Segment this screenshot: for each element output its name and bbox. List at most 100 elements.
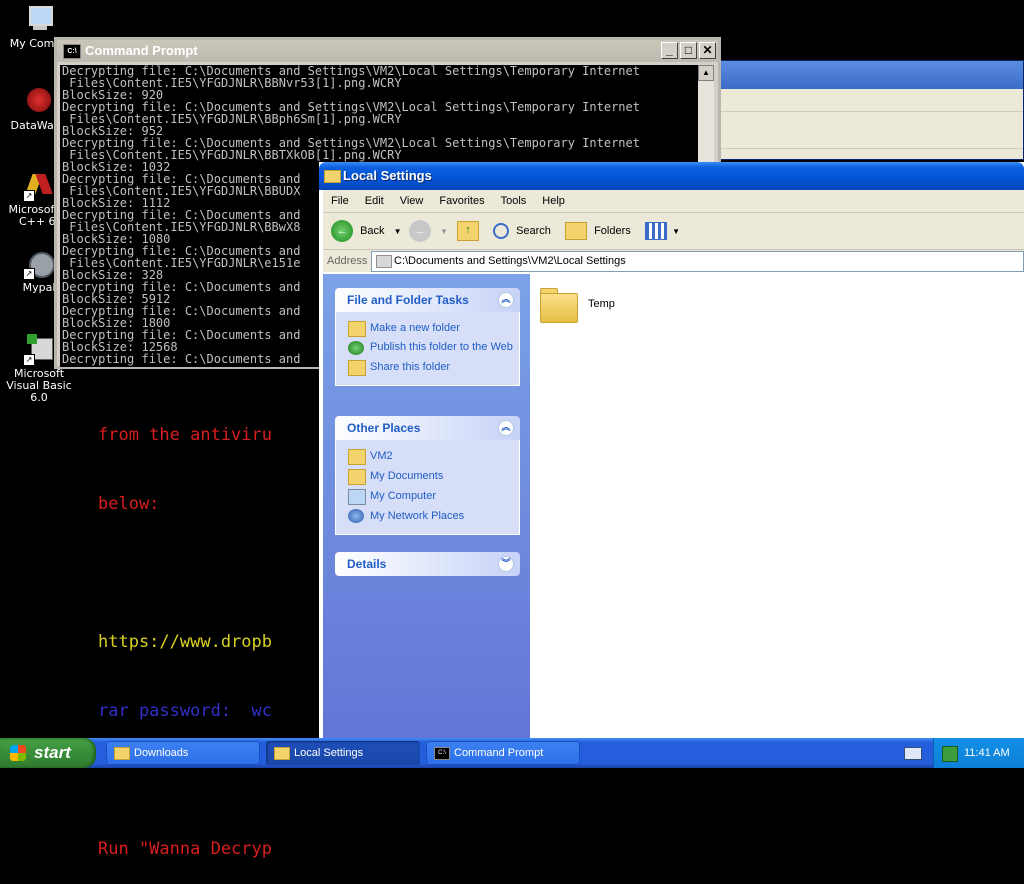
chevron-down-icon[interactable]: ▼: [394, 227, 402, 236]
toolbar: ← Back ▼ → ▼ ↑ Search Folders ▼: [323, 213, 1024, 250]
menu-edit[interactable]: Edit: [357, 195, 392, 207]
visual-basic-icon: ↗: [23, 334, 55, 366]
menu-bar: File Edit View Favorites Tools Help: [323, 190, 1024, 213]
folder-icon: [324, 170, 341, 183]
other-place-vm2[interactable]: VM2: [348, 446, 515, 466]
background-window-titlebar[interactable]: [721, 61, 1023, 89]
task-label: Publish this folder to the Web: [370, 341, 513, 353]
folder-icon: [114, 747, 130, 760]
command-prompt-title: Command Prompt: [85, 43, 198, 58]
file-folder-tasks-header[interactable]: File and Folder Tasks ︽: [335, 288, 520, 312]
details-header[interactable]: Details ︾: [335, 552, 520, 576]
minimize-button[interactable]: _: [661, 42, 678, 59]
make-new-folder-link[interactable]: Make a new folder: [348, 318, 515, 338]
ransom-line: Run "Wanna Decryp: [98, 839, 272, 859]
menu-help[interactable]: Help: [534, 195, 573, 207]
chevron-down-icon[interactable]: ︾: [498, 556, 514, 572]
chevron-up-icon[interactable]: ︽: [498, 292, 514, 308]
task-label: Share this folder: [370, 361, 451, 373]
place-label: My Computer: [370, 490, 437, 502]
file-item-temp[interactable]: Temp: [540, 288, 640, 328]
publish-web-icon: [348, 341, 364, 355]
task-label: Make a new folder: [370, 322, 460, 334]
publish-folder-link[interactable]: Publish this folder to the Web: [348, 338, 515, 357]
address-input[interactable]: C:\Documents and Settings\VM2\Local Sett…: [371, 251, 1024, 272]
share-folder-link[interactable]: Share this folder: [348, 357, 515, 377]
place-label: My Documents: [370, 470, 444, 482]
up-folder-button[interactable]: ↑: [457, 219, 479, 243]
forward-arrow-icon: →: [409, 220, 431, 243]
folder-icon: [274, 747, 290, 760]
keyboard-icon[interactable]: [904, 747, 922, 760]
folder-icon: [376, 255, 392, 268]
ransom-line: [98, 562, 272, 585]
clock[interactable]: 11:41 AM: [964, 738, 1010, 768]
network-tray-icon[interactable]: [942, 746, 958, 762]
explorer-window[interactable]: Local Settings File Edit View Favorites Tool…: [319, 162, 1024, 740]
chevron-down-icon[interactable]: ▼: [440, 227, 448, 236]
other-place-my-documents[interactable]: My Documents: [348, 466, 515, 486]
chevron-down-icon[interactable]: ▼: [672, 227, 680, 236]
taskbar-item-downloads[interactable]: Downloads: [106, 741, 260, 765]
taskbar-item-local-settings[interactable]: Local Settings: [266, 741, 420, 765]
panel-title: Details: [347, 557, 387, 571]
folder-icon: [540, 288, 578, 323]
computer-icon: [348, 489, 366, 505]
file-view[interactable]: Temp: [530, 274, 1024, 740]
my-documents-icon: [348, 469, 366, 485]
computer-icon: [23, 4, 55, 36]
file-name: Temp: [588, 298, 615, 310]
other-places-header[interactable]: Other Places ︽: [335, 416, 520, 440]
menu-tools[interactable]: Tools: [493, 195, 535, 207]
maximize-button[interactable]: □: [680, 42, 697, 59]
back-label: Back: [360, 225, 385, 237]
share-folder-icon: [348, 360, 366, 376]
address-label: Address: [327, 255, 368, 267]
details-panel: Details ︾: [335, 552, 520, 576]
explorer-titlebar[interactable]: Local Settings: [319, 162, 1024, 190]
taskbar-item-label: Command Prompt: [454, 747, 544, 759]
explorer-title: Local Settings: [343, 168, 432, 183]
file-folder-tasks-panel: File and Folder Tasks ︽ Make a new folde…: [335, 288, 520, 386]
other-places-panel: Other Places ︽ VM2 My Documents My Compu…: [335, 416, 520, 535]
ransom-password-line: rar password: wc: [98, 701, 272, 721]
menu-view[interactable]: View: [392, 195, 432, 207]
folders-button[interactable]: Folders: [565, 219, 631, 243]
mypal-icon: ↗: [23, 248, 55, 280]
scroll-up-arrow-icon[interactable]: ▲: [698, 65, 714, 81]
other-place-my-computer[interactable]: My Computer: [348, 486, 515, 506]
search-button[interactable]: Search: [493, 219, 551, 243]
panel-title: File and Folder Tasks: [347, 293, 469, 307]
taskbar-item-command-prompt[interactable]: C:\ Command Prompt: [426, 741, 580, 765]
background-window[interactable]: [720, 60, 1024, 160]
windows-logo-icon: [10, 745, 26, 761]
chevron-up-icon[interactable]: ︽: [498, 420, 514, 436]
other-place-my-network-places[interactable]: My Network Places: [348, 506, 515, 526]
network-places-icon: [348, 509, 364, 523]
menu-favorites[interactable]: Favorites: [431, 195, 492, 207]
views-button[interactable]: ▼: [645, 219, 680, 243]
start-button[interactable]: start: [0, 738, 96, 768]
close-button[interactable]: ✕: [699, 42, 716, 59]
place-label: VM2: [370, 450, 393, 462]
taskbar-item-label: Local Settings: [294, 747, 364, 759]
start-label: start: [34, 743, 71, 762]
folders-icon: [565, 222, 587, 241]
panel-title: Other Places: [347, 421, 421, 435]
ransom-link-line: https://www.dropb: [98, 632, 272, 652]
visual-cpp-icon: ↗: [23, 170, 55, 202]
menu-file[interactable]: File: [323, 195, 357, 207]
forward-button[interactable]: → ▼: [409, 219, 448, 243]
back-button[interactable]: ← Back ▼: [331, 219, 402, 243]
search-icon: [493, 223, 509, 240]
folder-icon: [348, 449, 366, 465]
cmd-icon: C:\: [434, 747, 450, 760]
ransom-line: below:: [98, 494, 160, 514]
ransom-line: [98, 769, 272, 792]
taskbar: start Downloads Local Settings C:\ Comma…: [0, 738, 1024, 768]
ransom-note-text: from the antiviru below: https://www.dro…: [98, 378, 272, 884]
command-prompt-titlebar[interactable]: C:\ Command Prompt _ □ ✕: [57, 40, 718, 62]
ransom-line: from the antiviru: [98, 425, 272, 445]
address-value: C:\Documents and Settings\VM2\Local Sett…: [394, 255, 626, 267]
datawagon-icon: [23, 86, 55, 118]
